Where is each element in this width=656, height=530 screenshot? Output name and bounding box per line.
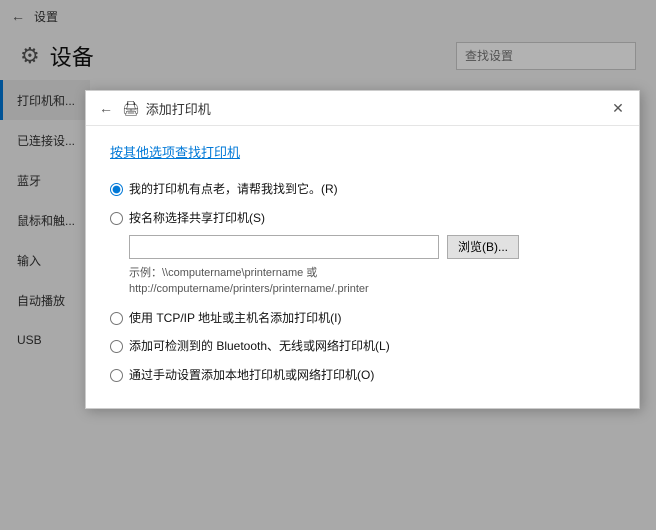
radio-label-tcp-ip[interactable]: 使用 TCP/IP 地址或主机名添加打印机(I) [129, 310, 341, 327]
radio-item-tcp-ip: 使用 TCP/IP 地址或主机名添加打印机(I) [110, 310, 615, 327]
radio-by-name[interactable] [110, 212, 123, 225]
radio-group: 我的打印机有点老，请帮我找到它。(R) 按名称选择共享打印机(S) 浏览(B).… [110, 181, 615, 384]
modal-title-row: ← 🖨 添加打印机 [96, 98, 211, 118]
radio-item-manual: 通过手动设置添加本地打印机或网络打印机(O) [110, 367, 615, 384]
printer-icon: 🖨 [122, 100, 140, 117]
example-text: 示例：\\computername\printername 或http://co… [129, 265, 519, 298]
radio-item-by-name: 按名称选择共享打印机(S) 浏览(B)... 示例：\\computername… [110, 210, 615, 298]
radio-manual[interactable] [110, 369, 123, 382]
printer-name-input[interactable] [129, 235, 439, 259]
radio-item-bluetooth: 添加可检测到的 Bluetooth、无线或网络打印机(L) [110, 338, 615, 355]
modal-title-text: 添加打印机 [146, 99, 211, 118]
find-printer-link[interactable]: 按其他选项查找打印机 [110, 142, 240, 161]
radio-item-old-printer: 我的打印机有点老，请帮我找到它。(R) [110, 181, 615, 198]
radio-label-manual[interactable]: 通过手动设置添加本地打印机或网络打印机(O) [129, 367, 374, 384]
radio-label-bluetooth[interactable]: 添加可检测到的 Bluetooth、无线或网络打印机(L) [129, 338, 390, 355]
radio-sublabel-by-name: 按名称选择共享打印机(S) 浏览(B)... 示例：\\computername… [129, 210, 519, 298]
modal-body: 按其他选项查找打印机 我的打印机有点老，请帮我找到它。(R) 按名称选择共享打印… [86, 126, 639, 408]
radio-bluetooth[interactable] [110, 340, 123, 353]
radio-tcp-ip[interactable] [110, 312, 123, 325]
add-printer-dialog: ← 🖨 添加打印机 ✕ 按其他选项查找打印机 我的打印机有点老，请帮我找到它。(… [85, 90, 640, 409]
browse-button[interactable]: 浏览(B)... [447, 235, 519, 259]
radio-old-printer[interactable] [110, 183, 123, 196]
printer-name-input-row: 浏览(B)... [129, 235, 519, 259]
modal-back-button[interactable]: ← [96, 98, 116, 118]
modal-titlebar: ← 🖨 添加打印机 ✕ [86, 91, 639, 126]
close-button[interactable]: ✕ [607, 97, 629, 119]
radio-label-old-printer[interactable]: 我的打印机有点老，请帮我找到它。(R) [129, 181, 338, 198]
radio-label-by-name[interactable]: 按名称选择共享打印机(S) [129, 210, 519, 227]
